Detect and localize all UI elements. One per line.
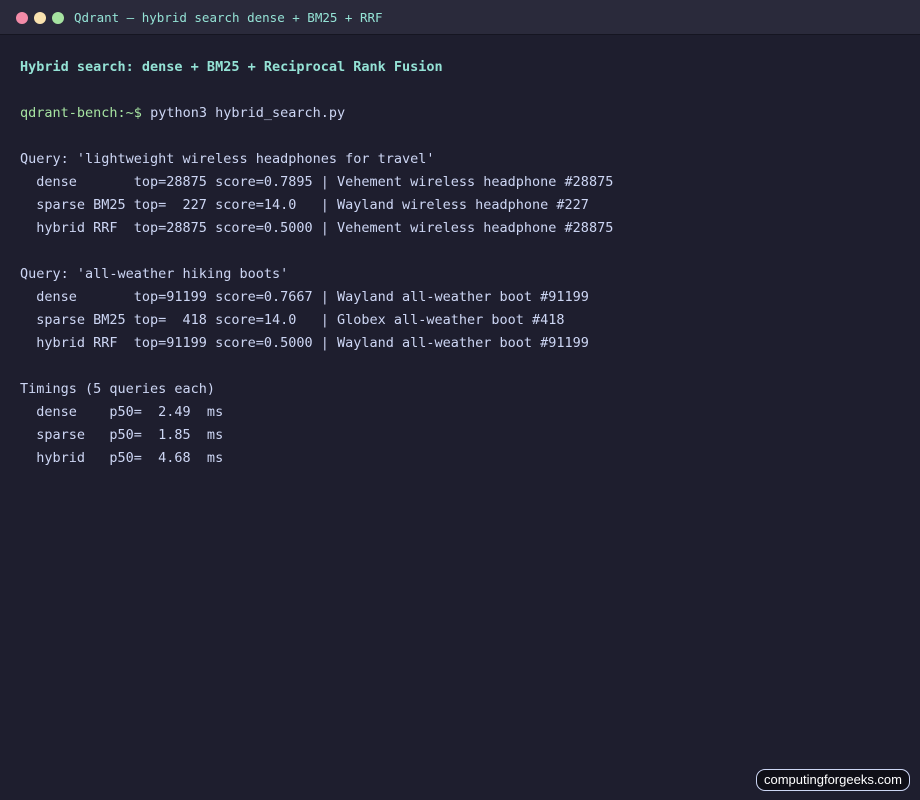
close-button[interactable]: [16, 12, 28, 24]
title-bar: Qdrant — hybrid search dense + BM25 + RR…: [0, 0, 920, 35]
timing-hybrid: hybrid p50= 4.68 ms: [20, 450, 224, 466]
timings-header: Timings (5 queries each): [20, 381, 216, 397]
command-text: python3 hybrid_search.py: [150, 105, 346, 121]
output-heading: Hybrid search: dense + BM25 + Reciprocal…: [20, 59, 443, 75]
query-2-dense-result: dense top=91199 score=0.7667 | Wayland a…: [20, 289, 589, 305]
shell-prompt: qdrant-bench:~$: [20, 105, 142, 121]
query-2-sparse-result: sparse BM25 top= 418 score=14.0 | Globex…: [20, 312, 565, 328]
query-1-hybrid-result: hybrid RRF top=28875 score=0.5000 | Vehe…: [20, 220, 614, 236]
minimize-button[interactable]: [34, 12, 46, 24]
watermark-badge: computingforgeeks.com: [755, 769, 910, 791]
window-title: Qdrant — hybrid search dense + BM25 + RR…: [74, 10, 383, 25]
maximize-button[interactable]: [52, 12, 64, 24]
command-line: qdrant-bench:~$ python3 hybrid_search.py: [20, 102, 900, 125]
terminal-output[interactable]: Hybrid search: dense + BM25 + Reciprocal…: [20, 56, 900, 470]
query-1-header: Query: 'lightweight wireless headphones …: [20, 151, 435, 167]
query-2-hybrid-result: hybrid RRF top=91199 score=0.5000 | Wayl…: [20, 335, 589, 351]
timing-sparse: sparse p50= 1.85 ms: [20, 427, 224, 443]
query-2-header: Query: 'all-weather hiking boots': [20, 266, 289, 282]
terminal-window: Qdrant — hybrid search dense + BM25 + RR…: [0, 0, 920, 800]
query-1-sparse-result: sparse BM25 top= 227 score=14.0 | Waylan…: [20, 197, 589, 213]
query-1-dense-result: dense top=28875 score=0.7895 | Vehement …: [20, 174, 614, 190]
timing-dense: dense p50= 2.49 ms: [20, 404, 224, 420]
